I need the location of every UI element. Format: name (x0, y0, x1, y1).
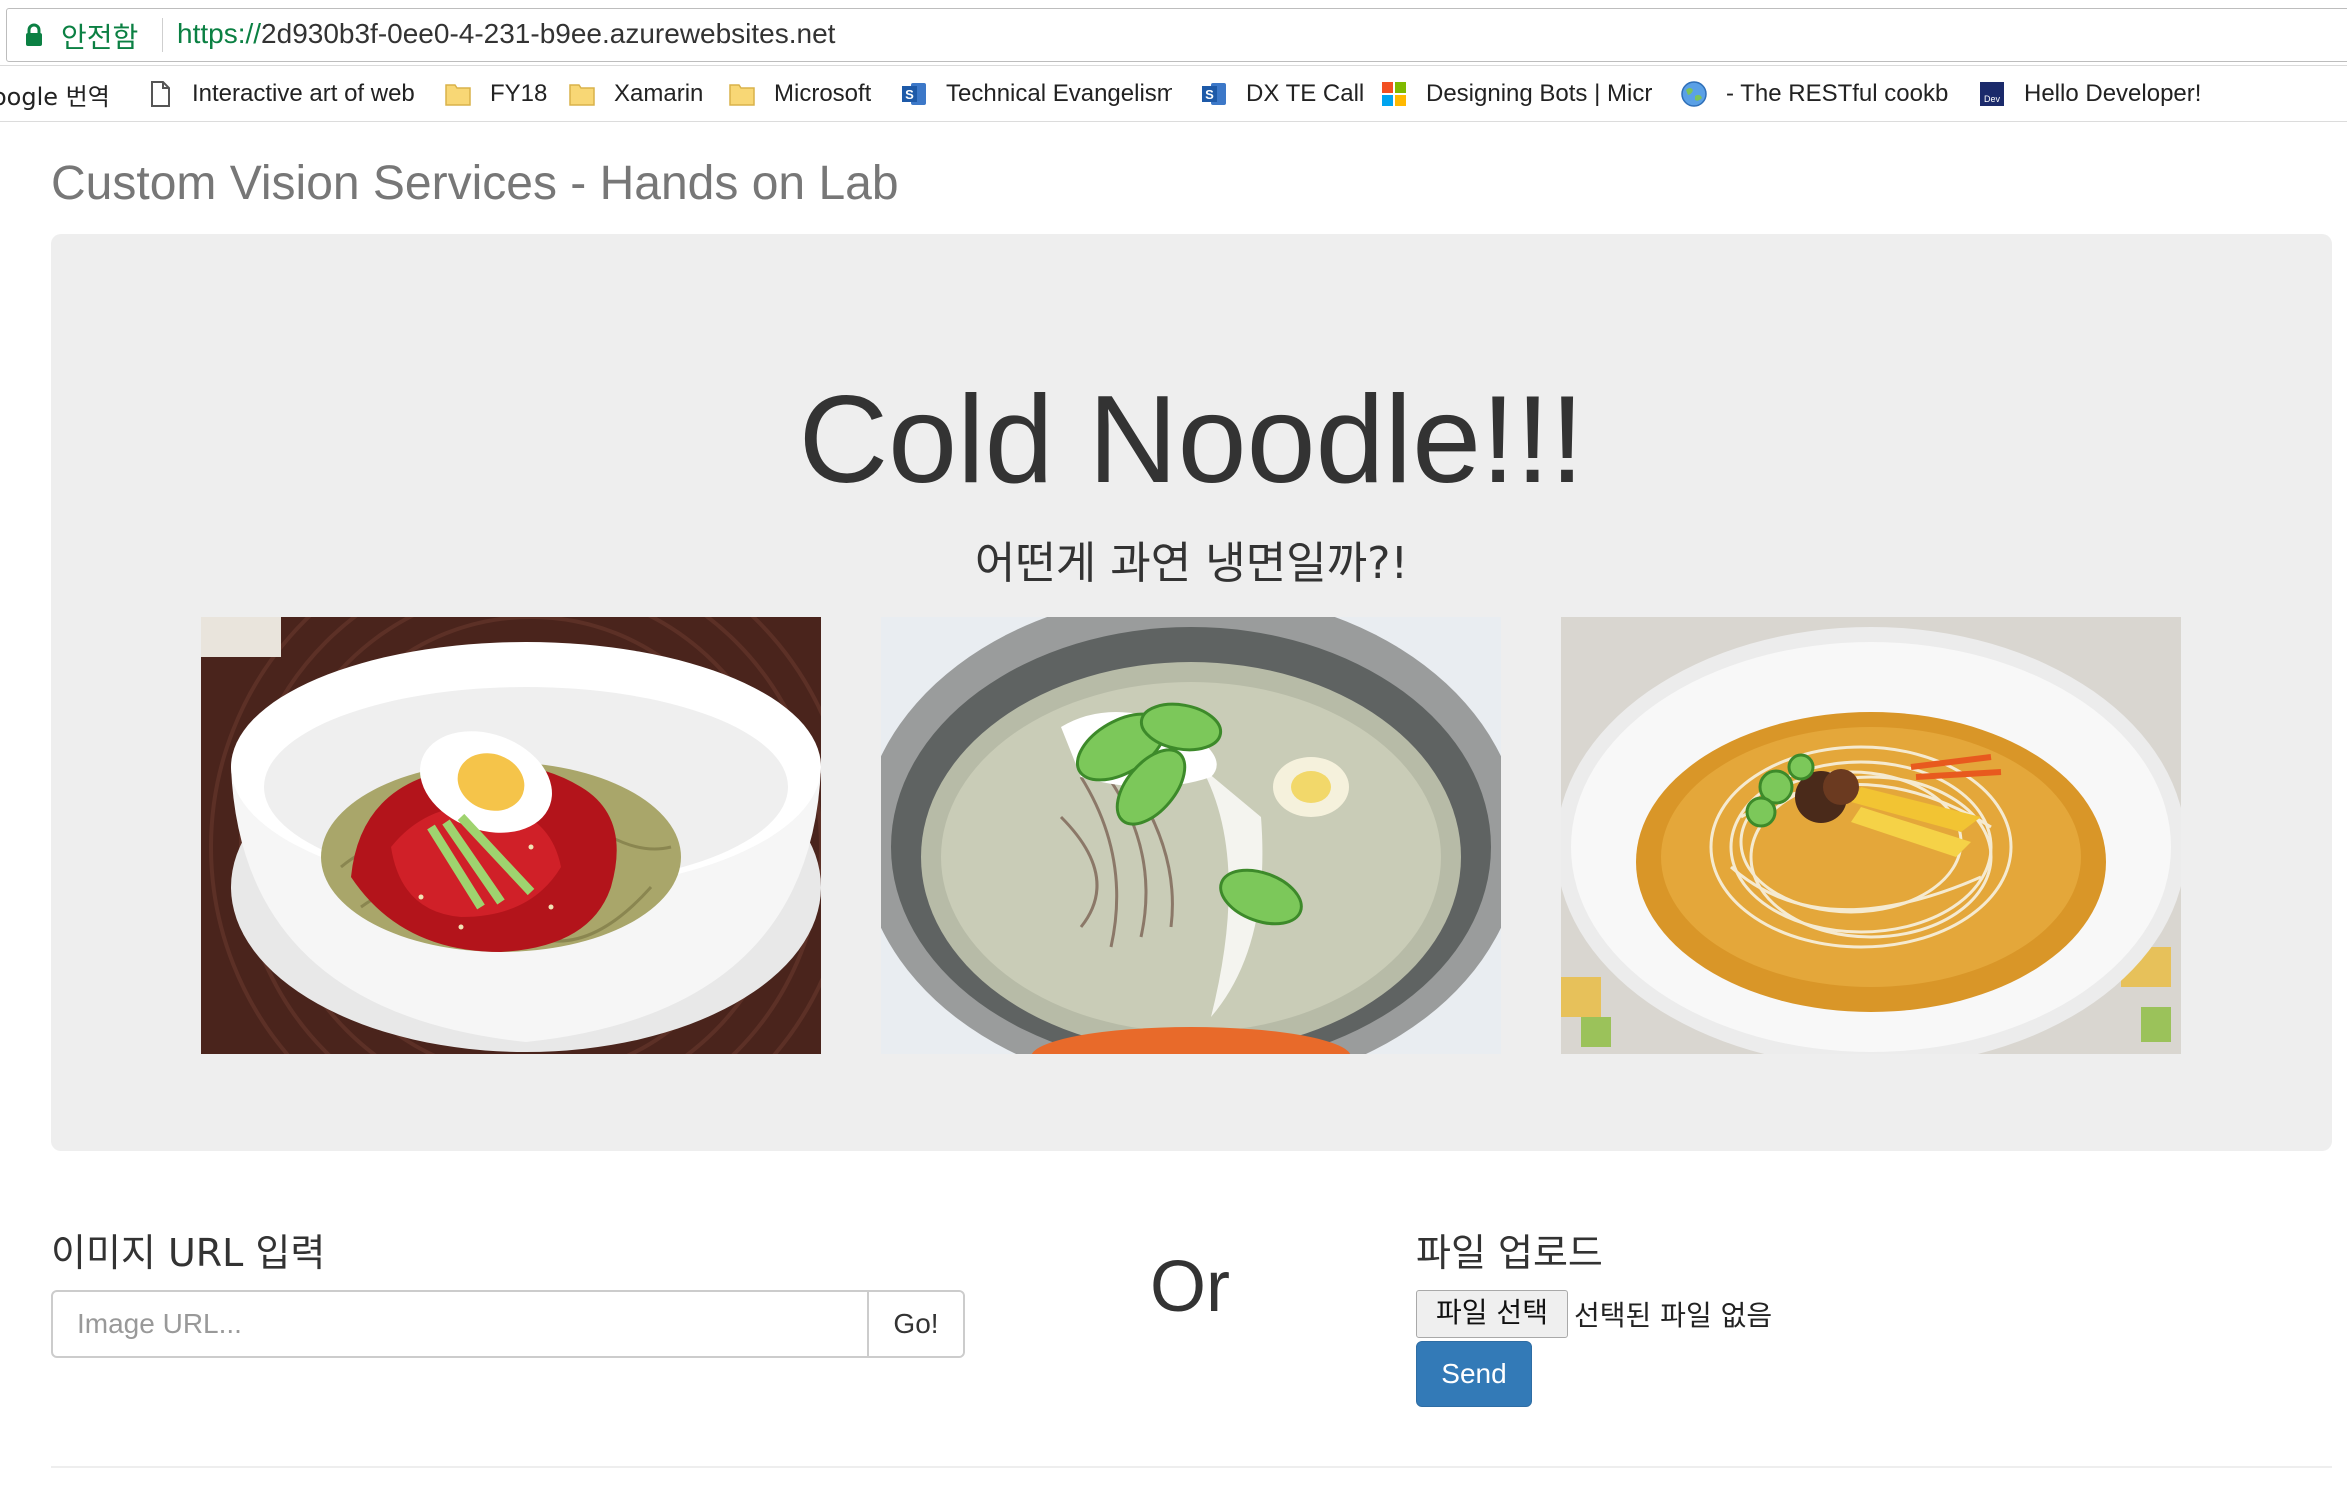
bookmark-label: Interactive art of web (192, 80, 415, 107)
bookmark-designing-bots[interactable]: Designing Bots | Micr (1380, 66, 1656, 122)
bookmark-google-translate[interactable]: oogle 번역 (0, 66, 122, 122)
sharepoint-icon: S (1202, 83, 1226, 105)
bookmark-fy18[interactable]: FY18 (444, 66, 574, 122)
bookmark-microsoft[interactable]: Microsoft (728, 66, 898, 122)
bookmarks-bar: oogle 번역 Interactive art of web FY18 Xam… (0, 66, 2347, 122)
footer-divider (51, 1466, 2332, 1468)
svg-text:S: S (905, 87, 914, 102)
hero-subhead: 어떤게 과연 냉면일까?! (974, 538, 1409, 589)
hero-jumbotron: Cold Noodle!!! 어떤게 과연 냉면일까?! (51, 234, 2332, 1151)
bookmark-technical-evangelism[interactable]: S Technical Evangelism (900, 66, 1172, 122)
bookmark-label: FY18 (490, 80, 548, 107)
bookmark-label: - The RESTful cookbo (1726, 80, 1948, 107)
address-bar: 안전함 https://2d930b3f-0ee0-4-231-b9ee.azu… (0, 0, 2347, 66)
svg-text:Dev: Dev (1984, 94, 2001, 104)
choose-file-button[interactable]: 파일 선택 (1416, 1290, 1568, 1338)
bookmark-label: Technical Evangelism (946, 80, 1172, 107)
noodle-photo-bibim (201, 617, 821, 1054)
bookmark-interactive-art[interactable]: Interactive art of web (146, 66, 426, 122)
noodle-photo-broth (1561, 617, 2181, 1054)
url-section-heading: 이미지 URL 입력 (51, 1231, 326, 1275)
url-input-group: Go! (51, 1290, 965, 1358)
bookmark-label: oogle 번역 (0, 82, 110, 111)
site-title[interactable]: Custom Vision Services - Hands on Lab (51, 156, 899, 211)
bookmark-hello-developer[interactable]: Dev Hello Developer! (1978, 66, 2218, 122)
upload-section-heading: 파일 업로드 (1416, 1231, 1603, 1275)
file-status-text: 선택된 파일 없음 (1574, 1299, 1773, 1332)
bookmark-label: Xamarin (614, 80, 704, 107)
folder-icon (569, 84, 595, 106)
folder-icon (729, 84, 755, 106)
secure-label[interactable]: 안전함 (61, 16, 138, 56)
bookmark-label: Hello Developer! (2024, 80, 2202, 107)
bookmark-label: Designing Bots | Micr (1426, 80, 1652, 107)
go-button[interactable]: Go! (867, 1292, 963, 1356)
microsoft-logo-icon (1382, 82, 1406, 106)
globe-icon (1681, 81, 1707, 107)
omnibox[interactable]: 안전함 https://2d930b3f-0ee0-4-231-b9ee.azu… (6, 8, 2347, 62)
url-host: 2d930b3f-0ee0-4-231-b9ee.azurewebsites.n… (261, 18, 836, 49)
bookmark-label: DX TE Call (1246, 80, 1365, 107)
bookmark-label: Microsoft (774, 80, 872, 107)
send-button[interactable]: Send (1416, 1341, 1532, 1407)
page-icon (151, 81, 170, 107)
bookmark-restful-cookbook[interactable]: - The RESTful cookbo (1680, 66, 1950, 122)
url-scheme: https:// (177, 18, 262, 49)
svg-text:S: S (1205, 87, 1214, 102)
noodle-photo-mul (881, 617, 1501, 1054)
hero-headline: Cold Noodle!!! (798, 371, 1585, 509)
dev-icon: Dev (1980, 82, 2004, 106)
bookmark-xamarin[interactable]: Xamarin (568, 66, 728, 122)
omnibox-divider (162, 18, 163, 52)
bookmark-dx-te-call[interactable]: S DX TE Call (1200, 66, 1366, 122)
or-separator: Or (1150, 1247, 1230, 1327)
image-url-input[interactable] (53, 1292, 867, 1356)
folder-icon (445, 84, 471, 106)
url-text[interactable]: https://2d930b3f-0ee0-4-231-b9ee.azurewe… (177, 18, 835, 50)
sharepoint-icon: S (902, 83, 926, 105)
lock-icon (26, 23, 42, 46)
